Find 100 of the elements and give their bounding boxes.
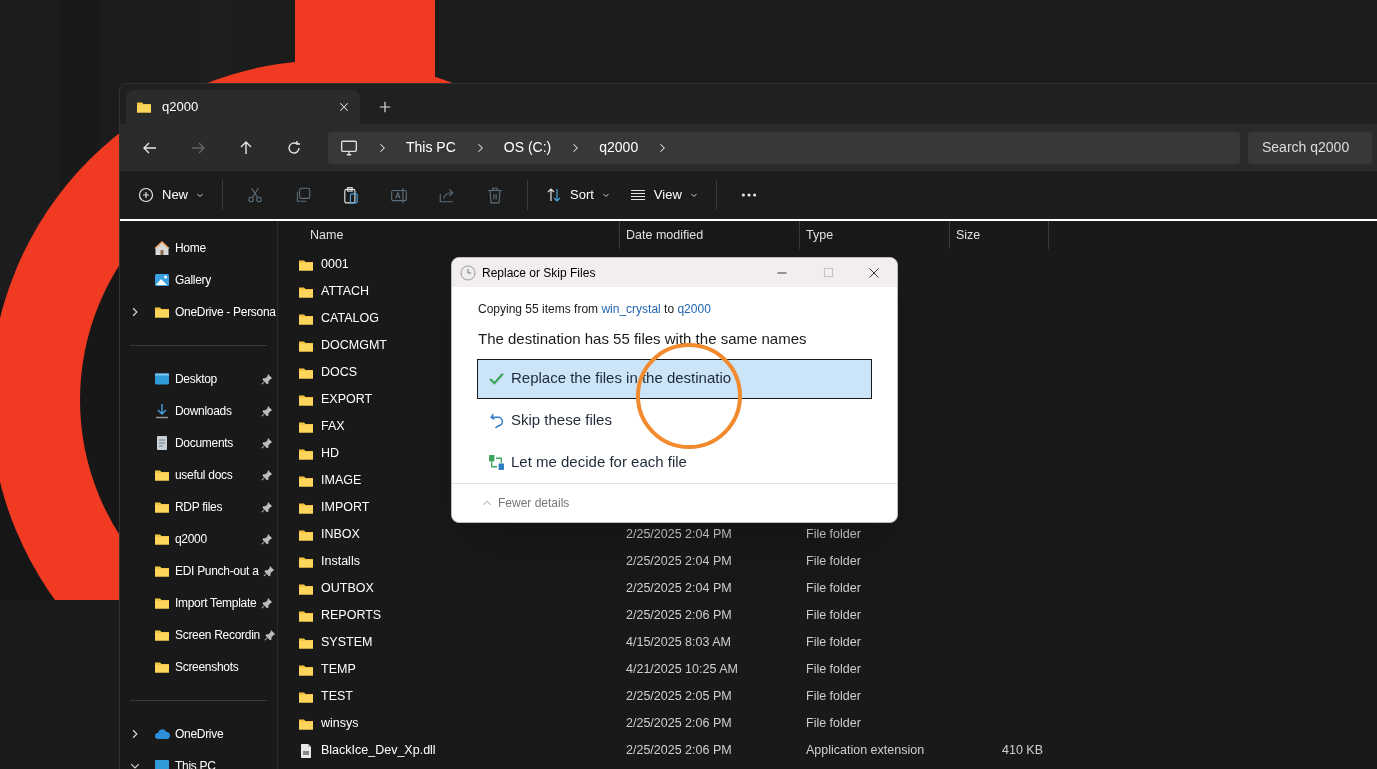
column-header[interactable]: Date modified bbox=[620, 221, 800, 249]
sidebar-item[interactable]: Documents bbox=[120, 427, 277, 459]
new-button[interactable]: New bbox=[130, 178, 212, 212]
file-name[interactable]: CATALOG bbox=[321, 309, 379, 328]
file-name[interactable]: HD bbox=[321, 444, 340, 463]
file-name[interactable]: 0001 bbox=[321, 255, 349, 274]
column-header[interactable]: Type bbox=[800, 221, 950, 249]
document-icon bbox=[154, 435, 170, 451]
chevron-up-icon bbox=[482, 498, 492, 508]
breadcrumb-item[interactable]: OS (C:) bbox=[503, 137, 552, 158]
caret-down-icon bbox=[196, 191, 204, 199]
gallery-icon bbox=[154, 272, 170, 288]
sidebar-item[interactable]: RDP files bbox=[120, 491, 277, 523]
up-arrow-icon[interactable] bbox=[238, 139, 254, 156]
close-icon bbox=[338, 101, 350, 113]
file-name[interactable]: REPORTS bbox=[321, 606, 382, 625]
dialog-heading: The destination has 55 files with the same names bbox=[478, 329, 808, 349]
date-cell: 2/25/2025 2:04 PM bbox=[626, 581, 732, 596]
sort-button[interactable]: Sort bbox=[538, 178, 618, 212]
type-cell: File folder bbox=[806, 554, 861, 569]
file-name[interactable]: SYSTEM bbox=[321, 633, 373, 652]
new-plus-icon bbox=[138, 187, 154, 203]
sidebar-item[interactable]: Downloads bbox=[120, 395, 277, 427]
column-header[interactable]: Name bbox=[278, 221, 620, 249]
date-cell: 2/25/2025 2:06 PM bbox=[626, 608, 732, 623]
view-button[interactable]: View bbox=[621, 178, 706, 212]
date-cell: 2/25/2025 2:06 PM bbox=[626, 716, 732, 731]
date-cell: 2/25/2025 2:04 PM bbox=[626, 554, 732, 569]
breadcrumb-item[interactable]: This PC bbox=[406, 137, 456, 158]
list-lines-icon bbox=[629, 187, 646, 203]
undo-arrow-icon bbox=[488, 412, 505, 429]
option-button[interactable]: Skip these files bbox=[477, 400, 872, 441]
sidebar-item[interactable]: q2000 bbox=[120, 523, 277, 555]
copy-summary: Copying 55 items from win_crystal to q2000 bbox=[478, 301, 712, 318]
sort-arrows-icon bbox=[546, 187, 562, 203]
caret-down-icon bbox=[601, 191, 610, 199]
download-arrow-icon bbox=[154, 403, 170, 419]
type-cell: File folder bbox=[806, 716, 861, 731]
date-cell: 2/25/2025 2:04 PM bbox=[626, 527, 732, 542]
cloud-icon bbox=[154, 726, 170, 742]
clock-icon bbox=[460, 264, 476, 281]
maximize-icon bbox=[822, 267, 834, 278]
file-name[interactable]: EXPORT bbox=[321, 390, 373, 409]
date-cell: 4/15/2025 8:03 AM bbox=[626, 635, 731, 650]
desktop-icon bbox=[154, 371, 170, 387]
type-cell: File folder bbox=[806, 662, 861, 677]
type-cell: File folder bbox=[806, 689, 861, 704]
address-bar[interactable]: This PC OS (C:) q2000 bbox=[328, 131, 1240, 164]
sidebar-item[interactable]: Import Template bbox=[120, 587, 277, 619]
swap-files-icon bbox=[488, 454, 505, 471]
link[interactable]: win_crystal bbox=[601, 302, 661, 316]
option-button[interactable]: Replace the files in the destinatio bbox=[477, 358, 872, 399]
file-name[interactable]: winsys bbox=[321, 714, 359, 733]
sidebar-item[interactable]: Screen Recordin bbox=[120, 619, 277, 651]
sidebar-item[interactable]: Screenshots bbox=[120, 651, 277, 683]
sidebar-item[interactable]: Home bbox=[120, 232, 277, 264]
sidebar-item[interactable]: useful docs bbox=[120, 459, 277, 491]
type-cell: File folder bbox=[806, 581, 861, 596]
sidebar-item[interactable]: Desktop bbox=[120, 363, 277, 395]
plus-icon bbox=[378, 100, 392, 114]
file-name[interactable]: IMAGE bbox=[321, 471, 362, 490]
file-name[interactable]: TEMP bbox=[321, 660, 356, 679]
file-name[interactable]: DOCMGMT bbox=[321, 336, 387, 355]
dialog-title: Replace or Skip Files bbox=[482, 264, 597, 282]
check-icon bbox=[488, 370, 505, 387]
file-name[interactable]: BlackIce_Dev_Xp.dll bbox=[321, 741, 436, 760]
tab[interactable]: q2000 bbox=[126, 90, 360, 124]
sidebar-item[interactable]: Gallery bbox=[120, 264, 277, 296]
size-cell: 410 KB bbox=[1002, 743, 1043, 758]
search-field[interactable]: Search q2000 bbox=[1248, 131, 1372, 164]
clipboard-icon[interactable] bbox=[342, 186, 360, 204]
file-name[interactable]: INBOX bbox=[321, 525, 360, 544]
monitor-icon bbox=[340, 138, 358, 157]
file-name[interactable]: TEST bbox=[321, 687, 353, 706]
breadcrumb-item[interactable]: q2000 bbox=[599, 137, 639, 158]
caret-down-icon bbox=[689, 191, 698, 199]
type-cell: File folder bbox=[806, 608, 861, 623]
file-icon bbox=[298, 742, 314, 759]
home-icon bbox=[154, 240, 170, 256]
date-cell: 4/21/2025 10:25 AM bbox=[626, 662, 738, 677]
file-name[interactable]: Installs bbox=[321, 552, 360, 571]
column-header[interactable]: Size bbox=[950, 221, 1049, 249]
sidebar-item[interactable]: OneDrive - Persona bbox=[120, 296, 277, 328]
date-cell: 2/25/2025 2:05 PM bbox=[626, 689, 732, 704]
file-name[interactable]: ATTACH bbox=[321, 282, 370, 301]
sidebar-item[interactable]: OneDrive bbox=[120, 718, 277, 750]
details-toggle[interactable]: Fewer details bbox=[482, 494, 570, 512]
option-button[interactable]: Let me decide for each file bbox=[477, 442, 872, 483]
refresh-icon[interactable] bbox=[286, 139, 302, 156]
sidebar-item[interactable]: EDI Punch-out a bbox=[120, 555, 277, 587]
link[interactable]: q2000 bbox=[677, 302, 711, 316]
file-name[interactable]: DOCS bbox=[321, 363, 358, 382]
type-cell: Application extension bbox=[806, 743, 925, 758]
type-cell: File folder bbox=[806, 635, 861, 650]
close-icon bbox=[868, 266, 880, 279]
date-cell: 2/25/2025 2:06 PM bbox=[626, 743, 732, 758]
file-name[interactable]: FAX bbox=[321, 417, 345, 436]
type-cell: File folder bbox=[806, 527, 861, 542]
file-name[interactable]: IMPORT bbox=[321, 498, 370, 517]
file-name[interactable]: OUTBOX bbox=[321, 579, 374, 598]
